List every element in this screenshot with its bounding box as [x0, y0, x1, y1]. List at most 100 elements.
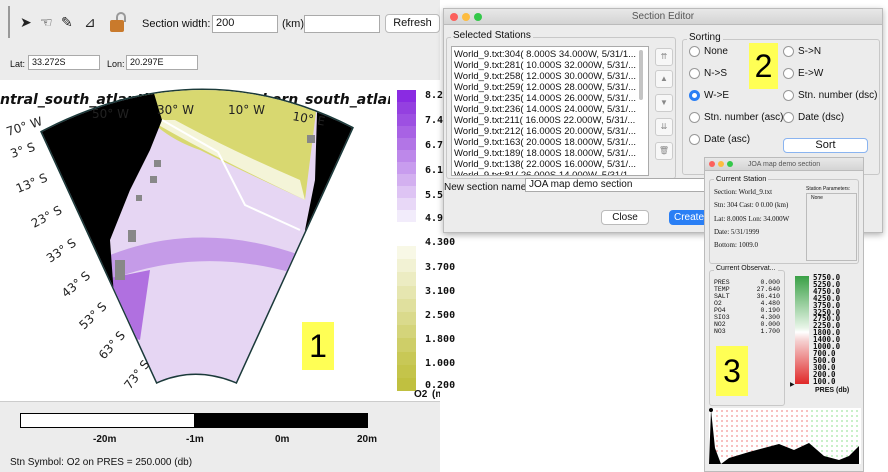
observation-param: NO2	[714, 321, 726, 328]
colorbar-tick: 1.800	[425, 334, 456, 345]
move-up-button[interactable]: ▲	[655, 70, 673, 88]
editor-title: Section Editor	[631, 11, 695, 22]
sort-option-radio[interactable]: N->S	[689, 68, 727, 79]
sort-option-radio[interactable]: Date (dsc)	[783, 112, 844, 123]
observation-value: 36.410	[756, 293, 780, 300]
minimize-window-icon[interactable]	[718, 161, 724, 167]
observation-param: SALT	[714, 293, 730, 300]
sort-option-radio[interactable]: E->W	[783, 68, 823, 79]
selected-station-marker[interactable]	[709, 408, 713, 412]
close-window-icon[interactable]	[450, 13, 458, 21]
move-down-button[interactable]: ▼	[655, 94, 673, 112]
colorbar-tick: 2.500	[425, 310, 456, 321]
colorbar-step	[397, 150, 416, 162]
lat-field[interactable]: 33.272S	[28, 55, 100, 70]
zoom-window-icon[interactable]	[727, 161, 733, 167]
sort-option-label: W->E	[704, 90, 730, 101]
observation-row: SALT 36.410	[714, 293, 780, 300]
lon-field[interactable]: 20.297E	[126, 55, 198, 70]
editor-titlebar[interactable]: Section Editor	[444, 9, 882, 25]
station-list-item[interactable]: World_9.txt:304( 8.000S 34.000W, 5/31/1.…	[454, 49, 646, 60]
radio-button[interactable]	[783, 112, 794, 123]
radio-button[interactable]	[783, 90, 794, 101]
ruler-tool-icon[interactable]: ✎	[61, 14, 73, 31]
station-list-item[interactable]: World_9.txt:163( 20.000S 18.000W, 5/31/.…	[454, 137, 646, 148]
sort-button[interactable]: Sort	[783, 138, 868, 153]
station-list-item[interactable]: World_9.txt:81( 26.000S 14.000W, 5/31/1.…	[454, 170, 646, 175]
station-list-item[interactable]: World_9.txt:212( 16.000S 20.000W, 5/31/.…	[454, 126, 646, 137]
section-width-label: Section width:	[142, 18, 211, 30]
lat-label: 63° S	[96, 328, 128, 362]
current-station-group: Current Station Section: World_9.txt Stn…	[709, 174, 859, 264]
sort-option-radio[interactable]: Stn. number (dsc)	[783, 90, 877, 101]
station-list-item[interactable]: World_9.txt:138( 22.000S 16.000W, 5/31/.…	[454, 159, 646, 170]
observation-value: 4.300	[760, 314, 780, 321]
extra-input[interactable]	[304, 15, 380, 33]
station-profile-plot[interactable]	[709, 408, 861, 468]
move-bottom-button[interactable]: ⇊	[655, 118, 673, 136]
minimize-window-icon[interactable]	[462, 13, 470, 21]
station-params-list[interactable]: None	[806, 193, 857, 261]
station-list-item[interactable]: World_9.txt:236( 14.000S 24.000W, 5/31/.…	[454, 104, 646, 115]
station-list-item[interactable]: World_9.txt:189( 18.000S 18.000W, 5/31/.…	[454, 148, 646, 159]
polygon-tool-icon[interactable]: ⊿	[84, 14, 96, 31]
observation-row: PO4 0.190	[714, 307, 780, 314]
annotation-3: 3	[716, 346, 748, 396]
close-window-icon[interactable]	[709, 161, 715, 167]
list-scrollbar[interactable]	[639, 50, 643, 100]
colorbar-step	[397, 325, 416, 339]
current-observation-label: Current Observat...	[714, 265, 778, 272]
hand-tool-icon[interactable]: ☜	[40, 14, 53, 31]
africa-land	[305, 89, 352, 280]
station-list-item[interactable]: World_9.txt:211( 16.000S 22.000W, 5/31/.…	[454, 115, 646, 126]
sort-option-radio[interactable]: Date (asc)	[689, 134, 750, 145]
radio-button[interactable]	[689, 90, 700, 101]
lon-label: 10° W	[228, 103, 265, 117]
radio-button[interactable]	[783, 68, 794, 79]
radio-button[interactable]	[689, 134, 700, 145]
colorbar-step	[397, 272, 416, 286]
station-list-item[interactable]: World_9.txt:259( 12.000S 28.000W, 5/31/.…	[454, 82, 646, 93]
zoom-window-icon[interactable]	[474, 13, 482, 21]
radio-button[interactable]	[689, 46, 700, 57]
sort-option-radio[interactable]: Stn. number (asc)	[689, 112, 783, 123]
sort-option-radio[interactable]: S->N	[783, 46, 821, 57]
sort-option-radio[interactable]: None	[689, 46, 728, 57]
station-list-item[interactable]: World_9.txt:281( 10.000S 32.000W, 5/31/.…	[454, 60, 646, 71]
refresh-button[interactable]: Refresh	[385, 14, 440, 33]
section-width-input[interactable]: 200	[212, 15, 278, 33]
station-list-item[interactable]: World_9.txt:258( 12.000S 30.000W, 5/31/.…	[454, 71, 646, 82]
joa-titlebar[interactable]: JOA map demo section	[705, 158, 863, 171]
sorting-group: Sorting None S->N N->S E->W W->E Stn. number …	[682, 32, 880, 175]
observation-param: O2	[714, 300, 722, 307]
station-date: Date: 5/31/1999	[714, 228, 760, 236]
delete-button[interactable]: 🗑	[655, 142, 673, 160]
scale-label: 20m	[357, 434, 378, 445]
toolbar-grip[interactable]	[8, 6, 10, 38]
sort-option-label: E->W	[798, 68, 824, 79]
radio-button[interactable]	[689, 112, 700, 123]
new-section-name-label: New section name:	[444, 182, 530, 193]
pres-colorbar-tick: 100.0	[813, 376, 836, 386]
lat-label: 13° S	[14, 171, 50, 196]
scale-bar-black	[194, 413, 368, 428]
radio-button[interactable]	[783, 46, 794, 57]
lat-label: 23° S	[29, 203, 64, 231]
colorbar-tick: 4.9	[425, 213, 444, 224]
station-section: Section: World_9.txt	[714, 188, 773, 196]
sort-option-radio[interactable]: W->E	[689, 90, 729, 101]
colorbar-variable: O2	[414, 389, 428, 400]
station-list-item[interactable]: World_9.txt:235( 14.000S 26.000W, 5/31/.…	[454, 93, 646, 104]
move-top-button[interactable]: ⇈	[655, 48, 673, 66]
colorbar-step	[397, 90, 416, 102]
pointer-tool-icon[interactable]: ➤	[20, 14, 32, 31]
create-button[interactable]: Create	[669, 210, 709, 225]
sort-option-label: S->N	[798, 46, 822, 57]
colorbar-step	[397, 114, 416, 126]
sort-option-label: Date (dsc)	[798, 112, 845, 123]
radio-button[interactable]	[689, 68, 700, 79]
close-button[interactable]: Close	[601, 210, 649, 225]
new-section-name-input[interactable]: JOA map demo section	[525, 178, 705, 192]
lock-open-icon[interactable]	[110, 12, 128, 32]
stations-list[interactable]: World_9.txt:304( 8.000S 34.000W, 5/31/1.…	[451, 46, 649, 176]
